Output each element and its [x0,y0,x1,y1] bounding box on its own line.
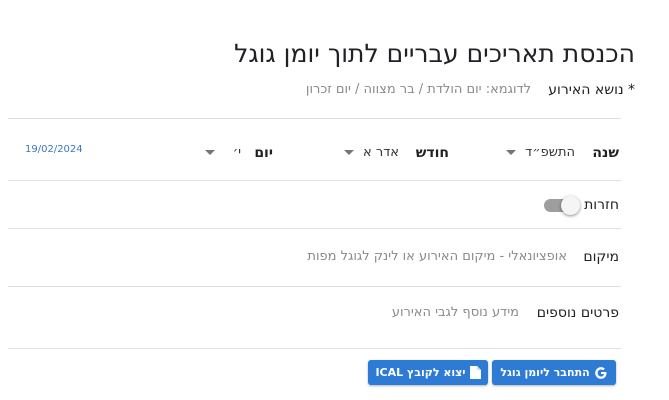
location-input[interactable]: אופציונאלי - מיקום האירוע או לינק לגוגל … [307,249,567,264]
month-chevron-down-icon[interactable] [344,150,354,155]
day-select[interactable]: י׳ [233,145,241,160]
day-label: יום [254,145,273,161]
day-chevron-down-icon[interactable] [205,150,215,155]
export-ical-button[interactable]: יצוא לקובץ ICAL [368,360,488,385]
divider [8,228,621,229]
month-label: חודש [415,145,449,161]
divider [8,286,621,287]
year-select[interactable]: התשפ״ד [525,145,575,160]
year-label: שנה [592,145,619,161]
page-title: הכנסת תאריכים עבריים לתוך יומן גוגל [234,38,635,68]
recurrence-label: חזרות [584,197,619,213]
recurrence-toggle-knob[interactable] [561,196,580,215]
file-icon [469,366,481,379]
divider [8,118,621,119]
divider [8,180,621,181]
details-label: פרטים נוספים [536,305,619,321]
month-select[interactable]: אדר א [363,145,399,160]
connect-label: התחבר ליומן גוגל [500,366,590,379]
gregorian-date: 19/02/2024 [25,144,83,155]
subject-input[interactable]: לדוגמא: יום הולדת / בר מצווה / יום זכרון [306,82,531,97]
divider [8,348,621,349]
subject-label: * נושא האירוע [548,82,635,98]
connect-google-calendar-button[interactable]: התחבר ליומן גוגל [492,360,616,385]
year-chevron-down-icon[interactable] [506,150,516,155]
location-label: מיקום [583,249,619,265]
google-g-icon [594,366,608,380]
details-input[interactable]: מידע נוסף לגבי האירוע [392,305,519,320]
export-label: יצוא לקובץ ICAL [375,366,466,379]
